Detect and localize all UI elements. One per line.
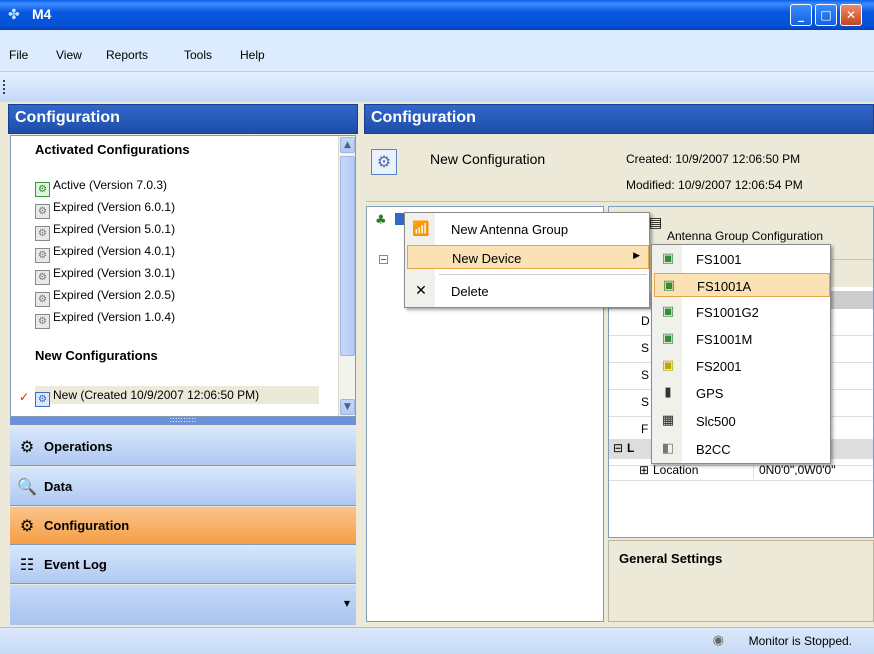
data-magnifier-icon: 🔍 <box>17 477 37 496</box>
left-panel-header: Configuration <box>8 104 358 134</box>
config-item-expired[interactable]: ⚙ Expired (Version 2.0.5) <box>35 286 175 307</box>
config-item-expired[interactable]: ⚙ Expired (Version 5.0.1) <box>35 220 175 241</box>
scroll-thumb[interactable] <box>340 156 355 356</box>
menu-tools[interactable]: Tools <box>184 48 212 62</box>
device-icon: ▣ <box>661 331 675 346</box>
modified-timestamp: Modified: 10/9/2007 12:06:54 PM <box>626 178 803 192</box>
device-icon: ▣ <box>662 278 676 293</box>
submenu-item-fs1001m[interactable]: ▣ FS1001M <box>654 327 830 351</box>
menu-item-new-device[interactable]: New Device ▶ <box>407 245 649 269</box>
nav-event-log[interactable]: ☷ Event Log <box>10 546 356 584</box>
submenu-item-gps[interactable]: ▮ GPS <box>654 381 830 405</box>
configuration-gear-icon: ⚙ <box>371 149 397 175</box>
gear-icon: ⚙ <box>35 248 50 263</box>
b2cc-icon: ◧ <box>661 441 675 456</box>
configuration-list: Activated Configurations ⚙ Active (Versio… <box>10 135 356 417</box>
configuration-gear-icon: ⚙ <box>19 516 35 535</box>
toolbar <box>0 72 874 102</box>
status-text: Monitor is Stopped. <box>748 634 852 648</box>
title-bar: ✤ M4 _ □ ✕ <box>0 0 874 30</box>
config-item-expired[interactable]: ⚙ Expired (Version 1.0.4) <box>35 308 175 329</box>
tree-root-icon[interactable]: ♣ <box>375 213 387 228</box>
right-panel-title: Configuration <box>371 109 476 126</box>
context-menu: 📶 New Antenna Group New Device ▶ ✕ Delet… <box>404 212 650 308</box>
device-icon: ▣ <box>661 251 675 266</box>
chevron-down-icon[interactable]: ▼ <box>344 599 350 608</box>
monitor-status-icon: ◉ <box>712 633 724 648</box>
gear-icon: ⚙ <box>35 292 50 307</box>
app-icon: ✤ <box>8 7 20 23</box>
gps-icon: ▮ <box>664 385 672 400</box>
menu-bar: File View Reports Tools Help <box>0 30 874 72</box>
nav-data[interactable]: 🔍 Data <box>10 468 356 506</box>
menu-file[interactable]: File <box>9 48 28 62</box>
antenna-group-icon: 📶 <box>412 221 430 237</box>
scroll-down-button[interactable]: ▼ <box>340 399 355 415</box>
event-log-icon: ☷ <box>19 555 35 574</box>
activated-configurations-heading: Activated Configurations <box>35 142 190 157</box>
properties-title: Antenna Group Configuration <box>667 229 824 243</box>
gear-icon: ⚙ <box>35 182 50 197</box>
new-configurations-heading: New Configurations <box>35 348 158 363</box>
menu-item-delete[interactable]: ✕ Delete <box>407 279 649 303</box>
location-row[interactable]: ⊞ Location 0N0'0",0W0'0" <box>609 461 873 481</box>
device-icon: ▣ <box>661 358 675 373</box>
nav-overflow[interactable]: ▼ <box>10 585 356 625</box>
expand-icon[interactable]: ⊞ <box>639 463 649 477</box>
config-item-new[interactable]: ⚙ New (Created 10/9/2007 12:06:50 PM) <box>35 386 319 407</box>
submenu-item-fs1001g2[interactable]: ▣ FS1001G2 <box>654 300 830 324</box>
left-panel-title: Configuration <box>15 109 120 126</box>
tree-expander[interactable]: − <box>379 255 388 264</box>
submenu-item-fs1001[interactable]: ▣ FS1001 <box>654 247 830 271</box>
checkmark-icon: ✓ <box>19 390 30 404</box>
submenu-arrow-icon: ▶ <box>633 251 640 261</box>
panel-splitter[interactable]: :::::::::: <box>10 416 356 425</box>
menu-view[interactable]: View <box>56 48 82 62</box>
collapse-icon[interactable]: ⊟ <box>613 441 623 455</box>
configuration-name: New Configuration <box>430 151 546 167</box>
window-title: M4 <box>32 6 52 22</box>
close-button[interactable]: ✕ <box>840 4 862 26</box>
right-panel-header: Configuration <box>364 104 874 134</box>
nav-configuration[interactable]: ⚙ Configuration <box>10 507 356 545</box>
gear-icon: ⚙ <box>35 392 50 407</box>
general-settings-pane: General Settings <box>608 540 874 622</box>
menu-separator <box>439 274 647 275</box>
antenna-group-icon: ▤ <box>649 215 663 231</box>
configuration-summary: ⚙ New Configuration Created: 10/9/2007 1… <box>366 136 874 202</box>
device-icon: ▣ <box>661 304 675 319</box>
menu-help[interactable]: Help <box>240 48 265 62</box>
config-item-expired[interactable]: ⚙ Expired (Version 4.0.1) <box>35 242 175 263</box>
nav-operations[interactable]: ⚙ Operations <box>10 428 356 466</box>
submenu-item-slc500[interactable]: ▦ Slc500 <box>654 409 830 433</box>
submenu-item-b2cc[interactable]: ◧ B2CC <box>654 437 830 461</box>
status-bar: ◉ Monitor is Stopped. <box>0 627 874 654</box>
submenu-item-fs2001[interactable]: ▣ FS2001 <box>654 354 830 378</box>
gear-icon: ⚙ <box>35 314 50 329</box>
plc-icon: ▦ <box>661 413 675 428</box>
config-item-expired[interactable]: ⚙ Expired (Version 3.0.1) <box>35 264 175 285</box>
menu-reports[interactable]: Reports <box>106 48 148 62</box>
delete-x-icon: ✕ <box>415 283 427 299</box>
toolbar-grip[interactable] <box>3 80 6 94</box>
operations-gear-icon: ⚙ <box>19 437 35 456</box>
minimize-button[interactable]: _ <box>790 4 812 26</box>
config-list-scrollbar[interactable]: ▲ ▼ <box>338 136 355 416</box>
maximize-button[interactable]: □ <box>815 4 837 26</box>
config-item-active[interactable]: ⚙ Active (Version 7.0.3) <box>35 176 167 197</box>
gear-icon: ⚙ <box>35 204 50 219</box>
gear-icon: ⚙ <box>35 270 50 285</box>
gear-icon: ⚙ <box>35 226 50 241</box>
created-timestamp: Created: 10/9/2007 12:06:50 PM <box>626 152 801 166</box>
new-device-submenu: ▣ FS1001 ▣ FS1001A ▣ FS1001G2 ▣ FS1001M ▣ FS2… <box>651 244 831 464</box>
submenu-item-fs1001a[interactable]: ▣ FS1001A <box>654 273 830 297</box>
scroll-up-button[interactable]: ▲ <box>340 137 355 153</box>
menu-item-new-antenna-group[interactable]: 📶 New Antenna Group <box>407 217 649 241</box>
config-item-expired[interactable]: ⚙ Expired (Version 6.0.1) <box>35 198 175 219</box>
general-settings-title: General Settings <box>619 551 723 566</box>
